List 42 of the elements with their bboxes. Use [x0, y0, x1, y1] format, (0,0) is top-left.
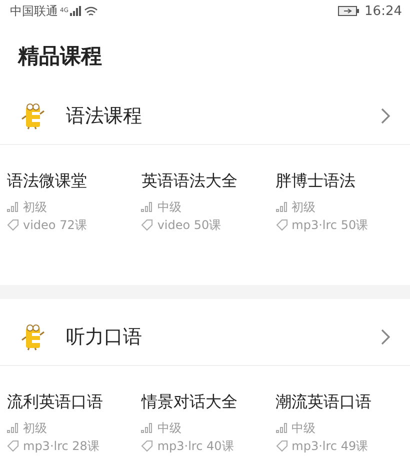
- course-level: 中级: [157, 198, 182, 216]
- carrier-name: 中国联通: [10, 2, 58, 20]
- chevron-right-icon[interactable]: [381, 329, 390, 345]
- level-bars-icon: [7, 423, 19, 433]
- mascot-icon: [20, 102, 46, 130]
- level-bars-icon: [276, 202, 288, 212]
- course-level: 中级: [292, 420, 316, 436]
- level-bars-icon: [276, 423, 288, 433]
- course-level: 中级: [157, 420, 182, 436]
- course-title[interactable]: 流利英语口语: [7, 392, 103, 413]
- course-media: video 50课: [157, 216, 222, 234]
- course-level: 初级: [292, 198, 316, 216]
- course-title[interactable]: 潮流英语口语: [276, 392, 372, 413]
- tag-icon: [276, 219, 288, 231]
- course-media: mp3·lrc 49课: [292, 438, 368, 454]
- tag-icon: [141, 219, 154, 231]
- level-bars-icon: [141, 202, 154, 212]
- course-title[interactable]: 语法微课堂: [7, 171, 87, 192]
- page-title: 精品课程: [18, 43, 102, 70]
- course-title[interactable]: 英语语法大全: [141, 171, 238, 192]
- course-title[interactable]: 胖博士语法: [276, 171, 356, 192]
- level-bars-icon: [141, 423, 154, 433]
- tag-icon: [276, 440, 288, 452]
- level-bars-icon: [7, 202, 19, 212]
- chevron-right-icon[interactable]: [381, 108, 390, 124]
- course-media: video 72课: [23, 216, 87, 234]
- course-level: 初级: [23, 420, 47, 436]
- course-title[interactable]: 情景对话大全: [141, 392, 238, 413]
- section-title[interactable]: 听力口语: [66, 324, 381, 350]
- course-media: mp3·lrc 28课: [23, 438, 100, 454]
- tag-icon: [7, 219, 19, 231]
- course-media: mp3·lrc 50课: [292, 216, 368, 234]
- tag-icon: [141, 440, 154, 452]
- mascot-icon: [20, 323, 46, 351]
- tag-icon: [7, 440, 19, 452]
- battery-icon: [338, 6, 360, 16]
- course-media: mp3·lrc 40课: [157, 438, 234, 454]
- signal-icon: [70, 6, 82, 16]
- clock-time: 16:24: [364, 4, 402, 18]
- section-title[interactable]: 语法课程: [66, 103, 381, 129]
- course-level: 初级: [23, 198, 47, 216]
- wifi-icon: [84, 6, 98, 16]
